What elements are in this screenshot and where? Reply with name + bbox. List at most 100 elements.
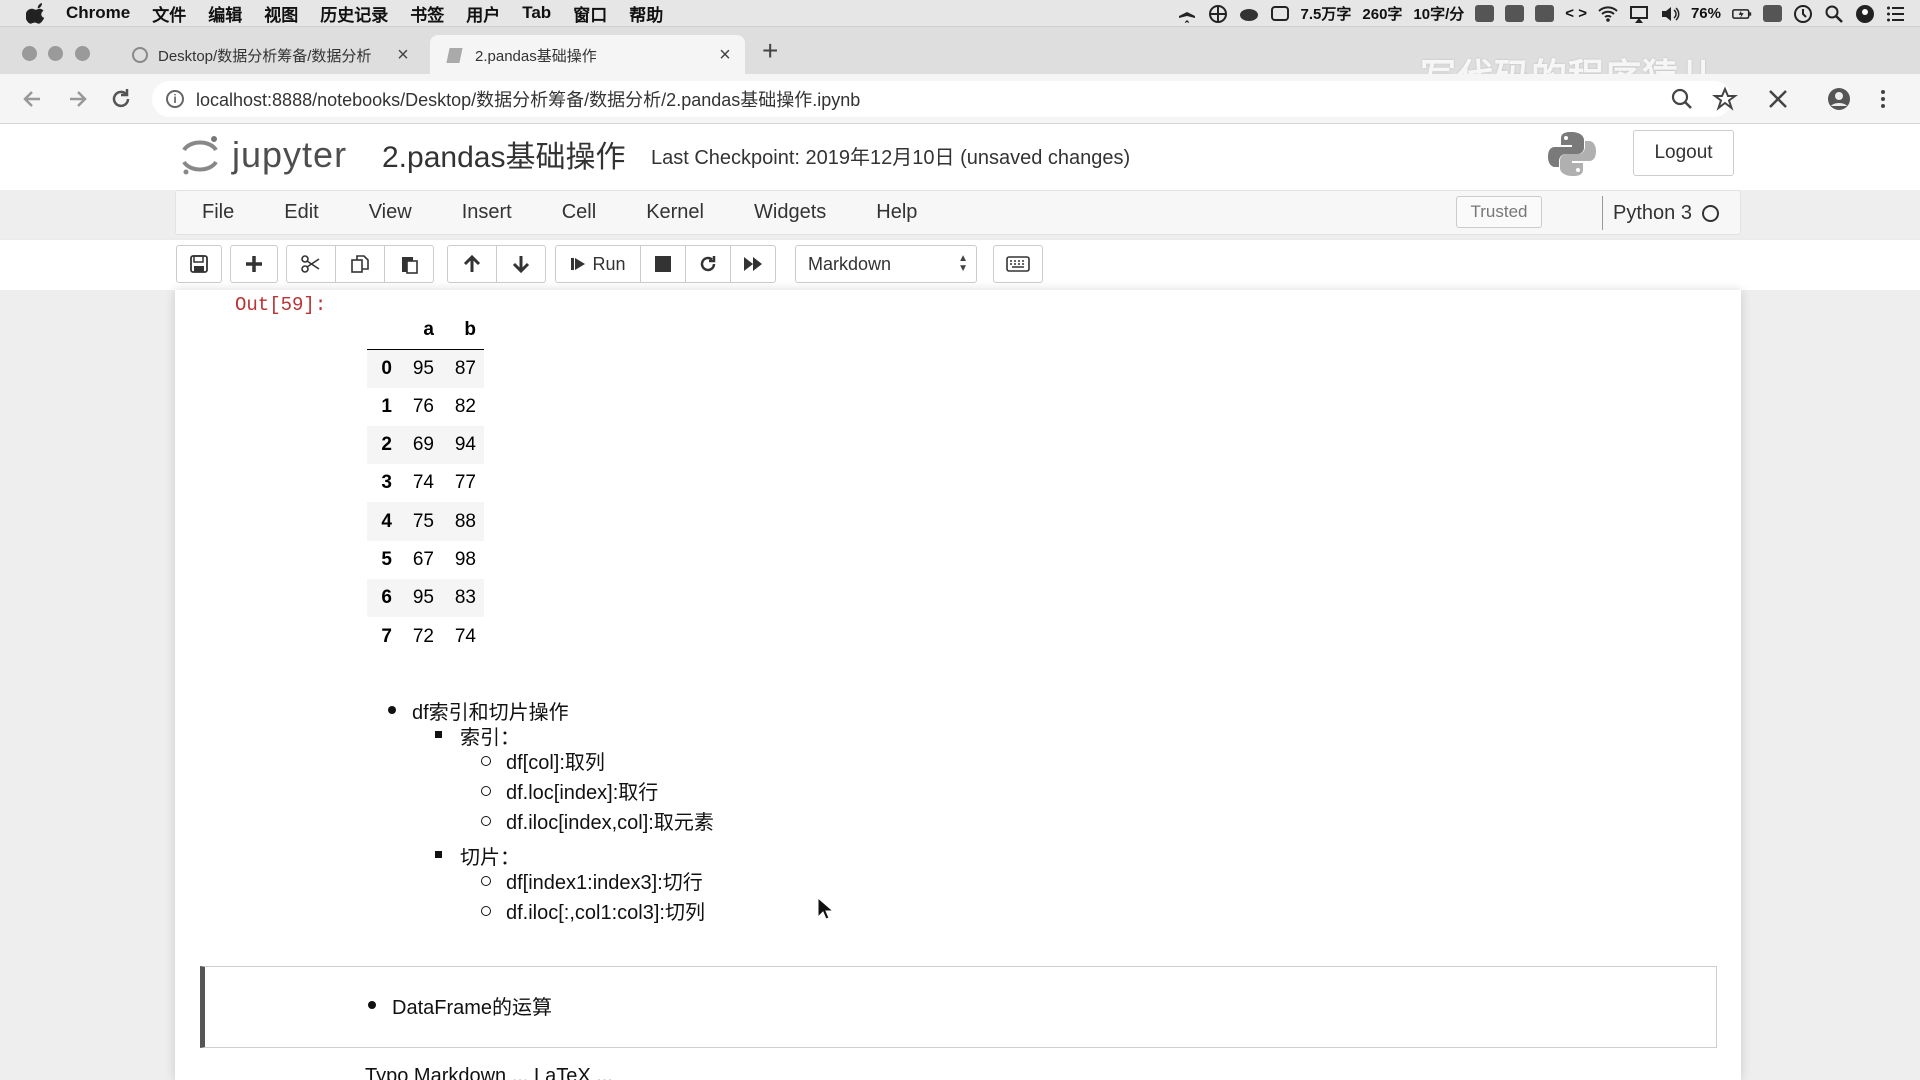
run-cell-button[interactable]: Run <box>555 245 641 283</box>
mac-menubar: Chrome 文件 编辑 视图 历史记录 书签 用户 Tab 窗口 帮助 7.5… <box>0 0 1920 27</box>
bookmark-star-icon[interactable] <box>1712 86 1738 112</box>
extension-icon[interactable] <box>1765 86 1791 112</box>
site-info-icon[interactable]: i <box>166 90 184 108</box>
restart-kernel-button[interactable] <box>685 245 731 283</box>
clock-icon[interactable] <box>1793 4 1813 24</box>
row-index: 6 <box>381 587 392 609</box>
menu-view[interactable]: 视图 <box>264 1 298 26</box>
app-menu-chrome[interactable]: Chrome <box>66 3 130 23</box>
new-tab-button[interactable]: + <box>762 35 778 67</box>
stop-icon <box>655 256 671 272</box>
cell-type-select[interactable]: Markdown ▲ ▼ <box>795 245 977 283</box>
list-item: df.loc[index]:取行 <box>506 782 659 804</box>
s-app-icon[interactable] <box>1763 5 1782 22</box>
user-avatar-icon[interactable] <box>1855 4 1875 24</box>
menu-bookmarks[interactable]: 书签 <box>410 1 444 26</box>
profile-avatar-icon[interactable] <box>1826 86 1852 112</box>
window-zoom-button[interactable] <box>75 46 90 61</box>
cell-a: 74 <box>412 472 434 494</box>
cell-a: 75 <box>412 510 434 532</box>
paste-button[interactable] <box>384 245 434 283</box>
menu-insert[interactable]: Insert <box>462 201 512 224</box>
screen-share-icon[interactable] <box>1270 4 1290 24</box>
apple-icon[interactable] <box>26 2 48 24</box>
url-text[interactable]: localhost:8888/notebooks/Desktop/数据分析筹备/… <box>196 86 860 112</box>
cell-a: 67 <box>412 548 434 570</box>
volume-icon[interactable] <box>1660 4 1680 24</box>
more-menu-icon[interactable] <box>1870 86 1896 112</box>
command-palette-button[interactable] <box>993 245 1043 283</box>
notification-center-icon[interactable] <box>1886 4 1906 24</box>
mac-status-area: 7.5万字 260字 10字/分 < > 76% <box>1177 0 1906 27</box>
bullet-circle <box>481 786 491 796</box>
spotlight-search-icon[interactable] <box>1824 4 1844 24</box>
zoom-magnifier-icon[interactable] <box>1669 86 1695 112</box>
table-row: 5 67 98 <box>367 541 484 579</box>
window-minimize-button[interactable] <box>48 46 63 61</box>
jupyter-logo[interactable]: jupyter <box>180 134 347 176</box>
menu-tab[interactable]: Tab <box>522 3 551 23</box>
browser-tab-notebook[interactable]: 2.pandas基础操作 × <box>430 35 745 75</box>
reload-icon[interactable] <box>108 86 134 112</box>
output-prompt: Out[59]: <box>235 294 327 316</box>
paste-icon <box>402 257 418 274</box>
menu-cell[interactable]: Cell <box>562 201 596 224</box>
tab-close-icon[interactable]: × <box>391 44 415 67</box>
list-item: df[col]:取列 <box>506 752 605 774</box>
menu-file[interactable]: 文件 <box>152 1 186 26</box>
move-cell-up-button[interactable] <box>447 245 497 283</box>
pinwheel-icon[interactable] <box>1208 4 1228 24</box>
menu-view[interactable]: View <box>369 201 412 224</box>
menu-file[interactable]: File <box>202 201 234 224</box>
back-arrow-icon[interactable] <box>20 86 46 112</box>
step-forward-icon <box>571 258 586 270</box>
forward-arrow-icon[interactable] <box>64 86 90 112</box>
trusted-indicator[interactable]: Trusted <box>1456 196 1542 228</box>
address-bar[interactable]: i localhost:8888/notebooks/Desktop/数据分析筹… <box>152 81 1732 117</box>
selected-markdown-cell[interactable]: DataFrame的运算 <box>200 966 1717 1048</box>
char-count-status: 260字 <box>1362 6 1403 23</box>
scissors-icon <box>301 255 320 273</box>
menu-edit[interactable]: 编辑 <box>208 1 242 26</box>
tray-app-icon[interactable] <box>1505 5 1525 22</box>
keyboard-icon <box>1006 256 1030 272</box>
menu-history[interactable]: 历史记录 <box>320 1 388 26</box>
cell-a: 95 <box>412 587 434 609</box>
menu-kernel[interactable]: Kernel <box>646 201 704 224</box>
row-index: 5 <box>381 548 392 570</box>
menu-help[interactable]: 帮助 <box>629 1 663 26</box>
cloud-icon[interactable] <box>1239 4 1259 24</box>
tray-grid-icon[interactable] <box>1535 5 1555 22</box>
code-brackets-icon[interactable]: < > <box>1565 5 1587 22</box>
mouse-cursor-icon <box>817 897 835 920</box>
move-cell-down-button[interactable] <box>496 245 546 283</box>
notebook-page: Out[59]: a b 0 95 87 1 76 82 2 69 94 3 74 77 4 75… <box>175 290 1741 1080</box>
cell-b: 83 <box>454 587 476 609</box>
restart-run-all-button[interactable] <box>730 245 776 283</box>
menu-widgets[interactable]: Widgets <box>754 201 826 224</box>
menu-people[interactable]: 用户 <box>466 1 500 26</box>
menu-window[interactable]: 窗口 <box>573 1 607 26</box>
menu-help[interactable]: Help <box>876 201 917 224</box>
tray-app-icon[interactable] <box>1475 5 1495 22</box>
copy-button[interactable] <box>335 245 385 283</box>
airplane-icon[interactable] <box>1177 4 1197 24</box>
insert-cell-button[interactable] <box>230 245 278 283</box>
notebook-scroll-area[interactable]: Out[59]: a b 0 95 87 1 76 82 2 69 94 3 74 77 4 75… <box>0 290 1920 1080</box>
bullet-circle <box>481 816 491 826</box>
browser-tab-desktop[interactable]: Desktop/数据分析筹备/数据分析 × <box>118 35 423 75</box>
interrupt-kernel-button[interactable] <box>640 245 686 283</box>
notebook-toolbar: Run Markdown ▲ ▼ <box>0 240 1920 290</box>
window-close-button[interactable] <box>22 46 37 61</box>
wifi-icon[interactable] <box>1598 4 1618 24</box>
airplay-icon[interactable] <box>1629 4 1649 24</box>
battery-icon[interactable] <box>1732 4 1752 24</box>
menu-edit[interactable]: Edit <box>284 201 318 224</box>
save-button[interactable] <box>176 245 222 283</box>
cell-b: 77 <box>454 472 476 494</box>
cut-button[interactable] <box>286 245 336 283</box>
index-header <box>367 311 400 350</box>
notebook-name[interactable]: 2.pandas基础操作 <box>382 132 625 176</box>
tab-close-icon[interactable]: × <box>713 44 737 67</box>
logout-button[interactable]: Logout <box>1633 130 1734 176</box>
